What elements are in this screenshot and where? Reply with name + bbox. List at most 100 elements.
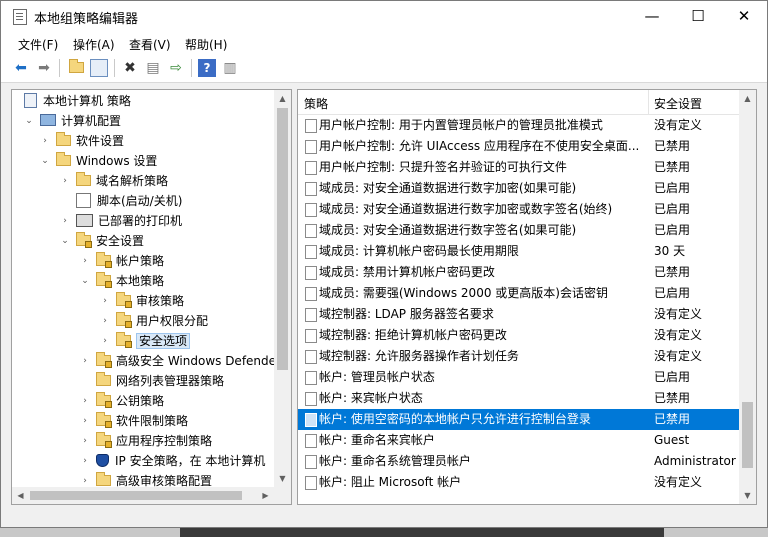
expand-chevron-icon[interactable]: › (80, 391, 90, 411)
collapse-chevron-icon[interactable]: ⌄ (80, 271, 90, 291)
policy-row[interactable]: 域控制器: 允许服务器操作者计划任务 没有定义 (298, 346, 739, 367)
expand-chevron-icon[interactable]: › (60, 211, 70, 231)
list-vertical-scrollbar[interactable]: ▲ ▼ (739, 90, 756, 504)
policy-row[interactable]: 帐户: 使用空密码的本地帐户只允许进行控制台登录 已禁用 (298, 409, 739, 430)
policy-row[interactable]: 帐户: 重命名系统管理员帐户 Administrator (298, 451, 739, 472)
show-hide-tree-icon[interactable] (90, 59, 108, 77)
security-setting-value: 已启用 (654, 223, 691, 237)
secure-folder-icon (116, 312, 132, 328)
background-window-edge (180, 528, 664, 537)
extended-view-icon[interactable]: ▥ (221, 59, 239, 77)
policy-row[interactable]: 帐户: 管理员帐户状态 已启用 (298, 367, 739, 388)
security-setting-value: 已启用 (654, 181, 691, 195)
tree-item-label: Windows 设置 (76, 154, 158, 168)
tree-item-label: 安全设置 (96, 234, 145, 248)
expand-chevron-icon[interactable]: › (100, 291, 110, 311)
back-arrow-icon[interactable]: ⬅ (12, 59, 30, 77)
lock-icon (105, 281, 112, 288)
policy-row[interactable]: 帐户: 阻止 Microsoft 帐户 没有定义 (298, 472, 739, 493)
lock-icon (105, 421, 112, 428)
expand-chevron-icon[interactable]: › (100, 311, 110, 331)
security-setting-value: 已启用 (654, 202, 691, 216)
policy-row[interactable]: 域成员: 对安全通道数据进行数字签名(如果可能) 已启用 (298, 220, 739, 241)
policy-setting-icon (305, 203, 317, 217)
policy-row[interactable]: 用户帐户控制: 允许 UIAccess 应用程序在不使用安全桌面... 已禁用 (298, 136, 739, 157)
expand-chevron-icon[interactable]: › (100, 331, 110, 351)
menu-file[interactable]: 文件(F) (18, 36, 58, 53)
security-setting-value: 已启用 (654, 370, 691, 384)
tree-item-label: 用户权限分配 (136, 314, 209, 328)
policy-row[interactable]: 用户帐户控制: 用于内置管理员帐户的管理员批准模式 没有定义 (298, 115, 739, 136)
no-expander (60, 191, 70, 211)
collapse-chevron-icon[interactable]: ⌄ (24, 111, 34, 131)
lock-icon (125, 301, 132, 308)
lock-icon (85, 241, 92, 248)
folder-icon (56, 152, 71, 166)
tree-vertical-scrollbar[interactable]: ▲ ▼ (274, 90, 291, 487)
expand-chevron-icon[interactable]: › (80, 451, 90, 471)
policy-row[interactable]: 帐户: 重命名来宾帐户 Guest (298, 430, 739, 451)
tree-horizontal-scrollbar[interactable]: ◀ ▶ (12, 487, 291, 504)
menu-bar: 文件(F) 操作(A) 查看(V) 帮助(H) (1, 32, 767, 54)
up-folder-icon[interactable] (67, 58, 85, 77)
tree-item-label: 帐户策略 (116, 254, 165, 268)
collapse-chevron-icon[interactable]: ⌄ (60, 231, 70, 251)
policy-row[interactable]: 域成员: 计算机帐户密码最长使用期限 30 天 (298, 241, 739, 262)
policy-name: 用户帐户控制: 允许 UIAccess 应用程序在不使用安全桌面... (319, 139, 640, 153)
scroll-right-arrow-icon[interactable]: ▶ (257, 487, 274, 504)
expand-chevron-icon[interactable]: › (80, 411, 90, 431)
menu-help[interactable]: 帮助(H) (185, 36, 227, 53)
scroll-down-arrow-icon[interactable]: ▼ (274, 470, 291, 487)
policy-row[interactable]: 域控制器: 拒绝计算机帐户密码更改 没有定义 (298, 325, 739, 346)
expand-chevron-icon[interactable]: › (80, 251, 90, 271)
minimize-button[interactable]: — (629, 1, 675, 32)
security-setting-value: 已禁用 (654, 139, 691, 153)
no-expander (80, 371, 90, 391)
scroll-left-arrow-icon[interactable]: ◀ (12, 487, 29, 504)
policy-row[interactable]: 域成员: 对安全通道数据进行数字加密(如果可能) 已启用 (298, 178, 739, 199)
lock-icon (105, 441, 112, 448)
policy-row[interactable]: 帐户: 来宾帐户状态 已禁用 (298, 388, 739, 409)
title-bar[interactable]: 本地组策略编辑器 — ☐ ✕ (1, 1, 767, 32)
help-icon[interactable]: ? (198, 59, 216, 77)
policy-row[interactable]: 域成员: 需要强(Windows 2000 或更高版本)会话密钥 已启用 (298, 283, 739, 304)
expand-chevron-icon[interactable]: › (80, 431, 90, 451)
printer-icon (76, 214, 93, 227)
tree-item-label: 软件限制策略 (116, 414, 189, 428)
console-tree[interactable]: 本地计算机 策略 ⌄ 计算机配置 › 软件设置 ⌄ Windows 设置 › 域名解析策略 脚本(… (11, 89, 292, 505)
scroll-thumb[interactable] (742, 402, 753, 468)
gpedit-window: 本地组策略编辑器 — ☐ ✕ 文件(F) 操作(A) 查看(V) 帮助(H) ⬅… (0, 0, 768, 528)
menu-view[interactable]: 查看(V) (129, 36, 171, 53)
expand-chevron-icon[interactable]: › (40, 131, 50, 151)
policy-name: 帐户: 重命名来宾帐户 (319, 433, 435, 447)
toolbar-separator (59, 59, 60, 77)
policy-row[interactable]: 域控制器: LDAP 服务器签名要求 没有定义 (298, 304, 739, 325)
close-button[interactable]: ✕ (721, 1, 767, 32)
scroll-up-arrow-icon[interactable]: ▲ (739, 90, 756, 107)
policy-row[interactable]: 域成员: 对安全通道数据进行数字加密或数字签名(始终) 已启用 (298, 199, 739, 220)
policy-list[interactable]: ^ 策略 安全设置 用户帐户控制: 用于内置管理员帐户的管理员批准模式 没有定义用… (297, 89, 757, 505)
policy-row[interactable]: 用户帐户控制: 只提升签名并验证的可执行文件 已禁用 (298, 157, 739, 178)
maximize-button[interactable]: ☐ (675, 1, 721, 32)
policy-setting-icon (305, 392, 317, 406)
menu-action[interactable]: 操作(A) (73, 36, 115, 53)
expand-chevron-icon[interactable]: › (60, 171, 70, 191)
policy-setting-icon (305, 287, 317, 301)
tree-item-label: 计算机配置 (61, 114, 122, 128)
scroll-thumb[interactable] (30, 491, 242, 500)
forward-arrow-icon[interactable]: ➡ (35, 59, 53, 77)
properties-icon[interactable]: ▤ (144, 59, 162, 77)
scroll-thumb[interactable] (277, 108, 288, 370)
policy-row[interactable]: 域成员: 禁用计算机帐户密码更改 已禁用 (298, 262, 739, 283)
column-header-setting[interactable]: 安全设置 (654, 95, 702, 112)
scroll-down-arrow-icon[interactable]: ▼ (739, 487, 756, 504)
policy-name: 帐户: 重命名系统管理员帐户 (319, 454, 471, 468)
column-header-policy[interactable]: 策略 (304, 95, 328, 112)
expand-chevron-icon[interactable]: › (80, 351, 90, 371)
scroll-up-arrow-icon[interactable]: ▲ (274, 90, 291, 107)
tree-item-label: 网络列表管理器策略 (116, 374, 225, 388)
export-list-icon[interactable]: ⇨ (167, 59, 185, 77)
column-divider[interactable] (648, 90, 649, 114)
delete-icon[interactable]: ✖ (121, 59, 139, 77)
collapse-chevron-icon[interactable]: ⌄ (40, 151, 50, 171)
